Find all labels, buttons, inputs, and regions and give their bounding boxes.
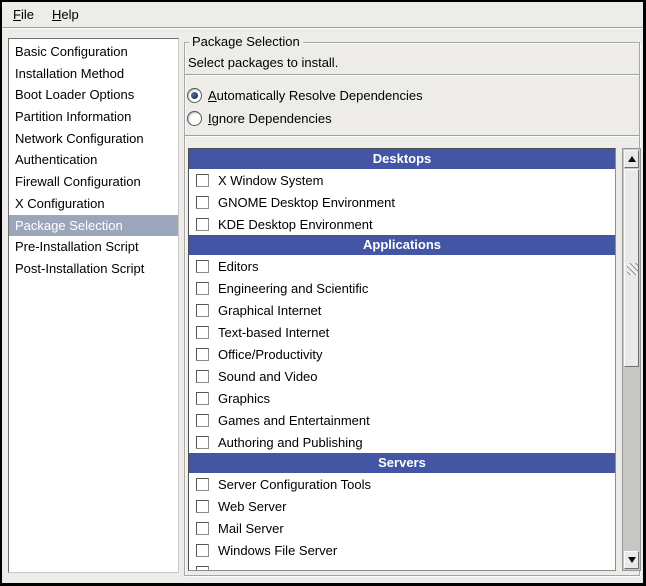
separator bbox=[185, 135, 639, 137]
checkbox-unchecked-icon[interactable] bbox=[196, 566, 209, 572]
package-row-gnome-desktop-environment[interactable]: GNOME Desktop Environment bbox=[189, 191, 615, 213]
checkbox-unchecked-icon[interactable] bbox=[196, 282, 209, 295]
sidebar-item-installation-method[interactable]: Installation Method bbox=[9, 63, 178, 85]
radio-option-automatically-resolve-dependencies[interactable]: Automatically Resolve Dependencies bbox=[187, 84, 423, 107]
package-row-server-configuration-tools[interactable]: Server Configuration Tools bbox=[189, 473, 615, 495]
mnemonic-underline: F bbox=[13, 7, 21, 22]
radio-selected-icon[interactable] bbox=[187, 88, 202, 103]
subtitle-text: Select packages to install. bbox=[188, 55, 338, 70]
package-row-x-window-system[interactable]: X Window System bbox=[189, 169, 615, 191]
package-row-partial[interactable] bbox=[189, 561, 615, 571]
down-arrow-icon bbox=[628, 557, 636, 563]
scroll-up-button[interactable] bbox=[624, 150, 639, 168]
checkbox-unchecked-icon[interactable] bbox=[196, 414, 209, 427]
vertical-scrollbar[interactable] bbox=[622, 148, 641, 571]
package-label: Sound and Video bbox=[218, 369, 318, 384]
package-label: Authoring and Publishing bbox=[218, 435, 363, 450]
package-row-office-productivity[interactable]: Office/Productivity bbox=[189, 343, 615, 365]
checkbox-unchecked-icon[interactable] bbox=[196, 544, 209, 557]
package-row-graphics[interactable]: Graphics bbox=[189, 387, 615, 409]
package-label: Server Configuration Tools bbox=[218, 477, 371, 492]
grip-icon bbox=[627, 263, 638, 275]
package-label: Graphical Internet bbox=[218, 303, 321, 318]
package-row-mail-server[interactable]: Mail Server bbox=[189, 517, 615, 539]
package-label: Web Server bbox=[218, 499, 286, 514]
group-header-applications: Applications bbox=[189, 235, 615, 255]
package-list-container: Desktops X Window System GNOME Desktop Env… bbox=[188, 148, 641, 571]
up-arrow-icon bbox=[628, 156, 636, 162]
package-label: Windows File Server bbox=[218, 543, 337, 558]
group-header-servers: Servers bbox=[189, 453, 615, 473]
scrollbar-thumb[interactable] bbox=[624, 169, 639, 367]
checkbox-unchecked-icon[interactable] bbox=[196, 478, 209, 491]
package-label: Text-based Internet bbox=[218, 325, 329, 340]
package-row-graphical-internet[interactable]: Graphical Internet bbox=[189, 299, 615, 321]
package-row-games-and-entertainment[interactable]: Games and Entertainment bbox=[189, 409, 615, 431]
checkbox-unchecked-icon[interactable] bbox=[196, 260, 209, 273]
sidebar-item-x-configuration[interactable]: X Configuration bbox=[9, 193, 178, 215]
package-row-web-server[interactable]: Web Server bbox=[189, 495, 615, 517]
checkbox-unchecked-icon[interactable] bbox=[196, 370, 209, 383]
checkbox-unchecked-icon[interactable] bbox=[196, 500, 209, 513]
sidebar-item-pre-installation-script[interactable]: Pre-Installation Script bbox=[9, 236, 178, 258]
package-selection-frame: Package Selection Select packages to ins… bbox=[184, 42, 640, 576]
checkbox-unchecked-icon[interactable] bbox=[196, 304, 209, 317]
package-row-engineering-and-scientific[interactable]: Engineering and Scientific bbox=[189, 277, 615, 299]
kickstart-configurator-window: FileHelp Basic ConfigurationInstallation… bbox=[0, 0, 646, 586]
sidebar-item-network-configuration[interactable]: Network Configuration bbox=[9, 128, 178, 150]
radio-dot bbox=[191, 92, 198, 99]
checkbox-unchecked-icon[interactable] bbox=[196, 326, 209, 339]
mnemonic-underline: I bbox=[208, 111, 212, 126]
package-label: KDE Desktop Environment bbox=[218, 217, 373, 232]
package-label: Mail Server bbox=[218, 521, 284, 536]
sidebar-item-boot-loader-options[interactable]: Boot Loader Options bbox=[9, 84, 178, 106]
menu-file[interactable]: File bbox=[4, 3, 43, 26]
package-row-kde-desktop-environment[interactable]: KDE Desktop Environment bbox=[189, 213, 615, 235]
package-row-editors[interactable]: Editors bbox=[189, 255, 615, 277]
package-label: Editors bbox=[218, 259, 258, 274]
sidebar-item-package-selection[interactable]: Package Selection bbox=[9, 215, 178, 237]
group-header-desktops: Desktops bbox=[189, 149, 615, 169]
category-sidebar: Basic ConfigurationInstallation MethodBo… bbox=[8, 38, 179, 573]
sidebar-item-firewall-configuration[interactable]: Firewall Configuration bbox=[9, 171, 178, 193]
mnemonic-underline: A bbox=[208, 88, 217, 103]
checkbox-unchecked-icon[interactable] bbox=[196, 174, 209, 187]
sidebar-item-post-installation-script[interactable]: Post-Installation Script bbox=[9, 258, 178, 280]
radio-unselected-icon[interactable] bbox=[187, 111, 202, 126]
frame-title: Package Selection bbox=[189, 34, 303, 50]
package-row-authoring-and-publishing[interactable]: Authoring and Publishing bbox=[189, 431, 615, 453]
menu-help[interactable]: Help bbox=[43, 3, 88, 26]
package-label: GNOME Desktop Environment bbox=[218, 195, 395, 210]
package-list: Desktops X Window System GNOME Desktop Env… bbox=[188, 148, 616, 571]
sidebar-item-authentication[interactable]: Authentication bbox=[9, 149, 178, 171]
package-row-windows-file-server[interactable]: Windows File Server bbox=[189, 539, 615, 561]
checkbox-unchecked-icon[interactable] bbox=[196, 392, 209, 405]
package-row-text-based-internet[interactable]: Text-based Internet bbox=[189, 321, 615, 343]
package-label: Games and Entertainment bbox=[218, 413, 370, 428]
dependency-options: Automatically Resolve Dependencies Ignore… bbox=[187, 84, 423, 130]
radio-option-ignore-dependencies[interactable]: Ignore Dependencies bbox=[187, 107, 423, 130]
sidebar-item-partition-information[interactable]: Partition Information bbox=[9, 106, 178, 128]
package-label: Graphics bbox=[218, 391, 270, 406]
package-row-sound-and-video[interactable]: Sound and Video bbox=[189, 365, 615, 387]
checkbox-unchecked-icon[interactable] bbox=[196, 348, 209, 361]
package-label: X Window System bbox=[218, 173, 323, 188]
checkbox-unchecked-icon[interactable] bbox=[196, 218, 209, 231]
checkbox-unchecked-icon[interactable] bbox=[196, 436, 209, 449]
checkbox-unchecked-icon[interactable] bbox=[196, 196, 209, 209]
mnemonic-underline: H bbox=[52, 7, 61, 22]
radio-label: Automatically Resolve Dependencies bbox=[208, 88, 423, 103]
radio-label: Ignore Dependencies bbox=[208, 111, 332, 126]
sidebar-item-basic-configuration[interactable]: Basic Configuration bbox=[9, 41, 178, 63]
package-label: Engineering and Scientific bbox=[218, 281, 368, 296]
scroll-down-button[interactable] bbox=[624, 551, 639, 569]
menu-bar: FileHelp bbox=[2, 2, 643, 28]
package-label: Office/Productivity bbox=[218, 347, 323, 362]
separator bbox=[185, 74, 639, 76]
checkbox-unchecked-icon[interactable] bbox=[196, 522, 209, 535]
